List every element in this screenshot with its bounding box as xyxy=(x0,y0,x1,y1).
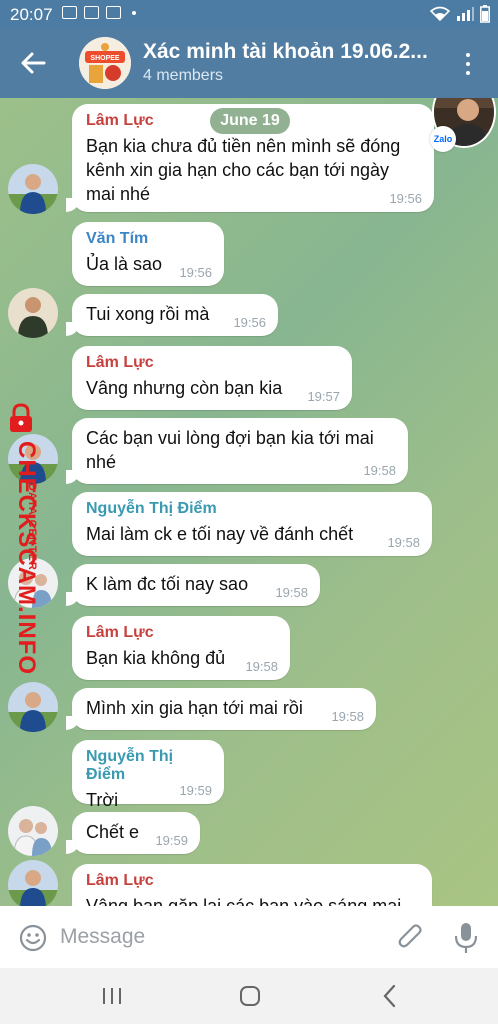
group-avatar[interactable]: SHOPEE xyxy=(79,37,131,89)
date-pill: June 19 xyxy=(210,108,290,134)
user-avatar-icon xyxy=(8,806,58,856)
recent-apps-icon[interactable] xyxy=(100,984,124,1008)
battery-icon xyxy=(480,5,490,23)
avatar[interactable] xyxy=(8,164,58,214)
user-avatar-icon xyxy=(8,164,58,214)
dot-icon xyxy=(466,71,470,75)
message-text: Mai làm ck e tối nay về đánh chết xyxy=(86,524,354,544)
message-bubble[interactable]: Các bạn vui lòng đợi bạn kia tới mai nhé… xyxy=(66,418,408,484)
message-bubble[interactable]: Văn Tím Ủa là sao 19:56 xyxy=(72,222,224,286)
message-time: 19:56 xyxy=(233,315,266,330)
message-time: 19:56 xyxy=(389,191,422,206)
message-bubble[interactable]: Mình xin gia hạn tới mai rồi 19:58 xyxy=(66,688,376,730)
message-notification-icon xyxy=(106,6,121,19)
avatar[interactable] xyxy=(8,860,58,906)
chat-header: SHOPEE Xác minh tài khoản 19.06.2... 4 m… xyxy=(0,28,498,98)
system-nav-bar xyxy=(0,968,498,1024)
message-text: K làm đc tối nay sao xyxy=(86,574,249,594)
message-composer xyxy=(0,906,498,968)
user-avatar-icon xyxy=(8,288,58,338)
message-time: 19:59 xyxy=(179,783,212,798)
message-time: 19:59 xyxy=(155,833,188,848)
message-bubble[interactable]: Nguyễn Thị Điểm Mai làm ck e tối nay về … xyxy=(72,492,432,556)
sender-name: Lâm Lực xyxy=(86,354,154,371)
message-time: 19:58 xyxy=(387,535,420,550)
more-options-button[interactable] xyxy=(458,50,478,78)
sender-name: Văn Tím xyxy=(86,230,149,247)
message-bubble[interactable]: Lâm Lực Bạn kia không đủ 19:58 xyxy=(72,616,290,680)
group-title: Xác minh tài khoản 19.06.2... xyxy=(143,40,428,63)
lock-icon xyxy=(10,403,32,432)
watermark-text: CHECKSCAM.INFO xyxy=(13,441,40,675)
home-icon[interactable] xyxy=(238,984,262,1008)
gallery-notification-icon xyxy=(62,6,77,19)
zalo-badge: Zalo xyxy=(430,126,456,152)
svg-text:SHOPEE: SHOPEE xyxy=(90,55,120,62)
sender-name: Nguyễn Thị Điểm xyxy=(86,748,174,783)
message-input[interactable] xyxy=(60,922,370,952)
message-text: Bạn kia chưa đủ tiền nên mình sẽ đóng kê… xyxy=(86,136,401,204)
sender-name: Nguyễn Thị Điểm xyxy=(86,500,217,517)
message-bubble[interactable]: Lâm Lực Vâng nhưng còn bạn kia 19:57 xyxy=(72,346,352,410)
emoji-button[interactable] xyxy=(18,923,48,953)
status-time: 20:07 xyxy=(10,5,53,24)
sender-name: Lâm Lực xyxy=(86,624,154,641)
microphone-icon[interactable] xyxy=(453,921,479,955)
dot-icon xyxy=(466,62,470,66)
avatar[interactable] xyxy=(8,288,58,338)
attach-icon[interactable] xyxy=(396,922,426,954)
message-time: 19:58 xyxy=(275,585,308,600)
message-bubble[interactable]: Lâm Lực Vâng bạn gặp lại các bạn vào sán… xyxy=(72,864,432,906)
watermark: DATA CENTER CHECKSCAM.INFO xyxy=(2,403,46,743)
more-notifications-icon xyxy=(132,10,136,15)
message-time: 19:56 xyxy=(179,265,212,280)
shopee-logo-icon: SHOPEE xyxy=(79,37,131,89)
message-time: 19:58 xyxy=(245,659,278,674)
message-text: Vâng bạn gặp lại các bạn vào sáng mai xyxy=(86,896,402,906)
message-text: Vâng nhưng còn bạn kia xyxy=(86,378,283,398)
avatar[interactable] xyxy=(8,806,58,856)
message-bubble[interactable]: Nguyễn Thị Điểm Trời 19:59 xyxy=(72,740,224,810)
message-bubble[interactable]: K làm đc tối nay sao 19:58 xyxy=(66,564,320,606)
message-list[interactable]: Lâm Lực Bạn kia chưa đủ tiền nên mình sẽ… xyxy=(0,98,498,906)
member-count: 4 members xyxy=(143,67,224,84)
message-bubble[interactable]: Tui xong rồi mà 19:56 xyxy=(66,294,278,336)
user-avatar-icon xyxy=(8,860,58,906)
sender-name: Lâm Lực xyxy=(86,872,154,889)
zalo-notification-icon xyxy=(84,6,99,19)
wifi-icon xyxy=(430,6,450,22)
nav-back-icon[interactable] xyxy=(378,983,402,1009)
status-bar: 20:07 xyxy=(0,0,498,28)
message-time: 19:58 xyxy=(331,709,364,724)
signal-icon xyxy=(457,7,474,21)
dot-icon xyxy=(466,53,470,57)
message-text: Mình xin gia hạn tới mai rồi xyxy=(86,698,303,718)
message-time: 19:57 xyxy=(307,389,340,404)
message-bubble[interactable]: Chết e 19:59 xyxy=(66,812,200,854)
zalo-chat-head[interactable]: Zalo xyxy=(430,98,498,152)
message-time: 19:58 xyxy=(363,463,396,478)
back-button[interactable] xyxy=(18,48,48,78)
message-text: Các bạn vui lòng đợi bạn kia tới mai nhé xyxy=(86,428,374,472)
